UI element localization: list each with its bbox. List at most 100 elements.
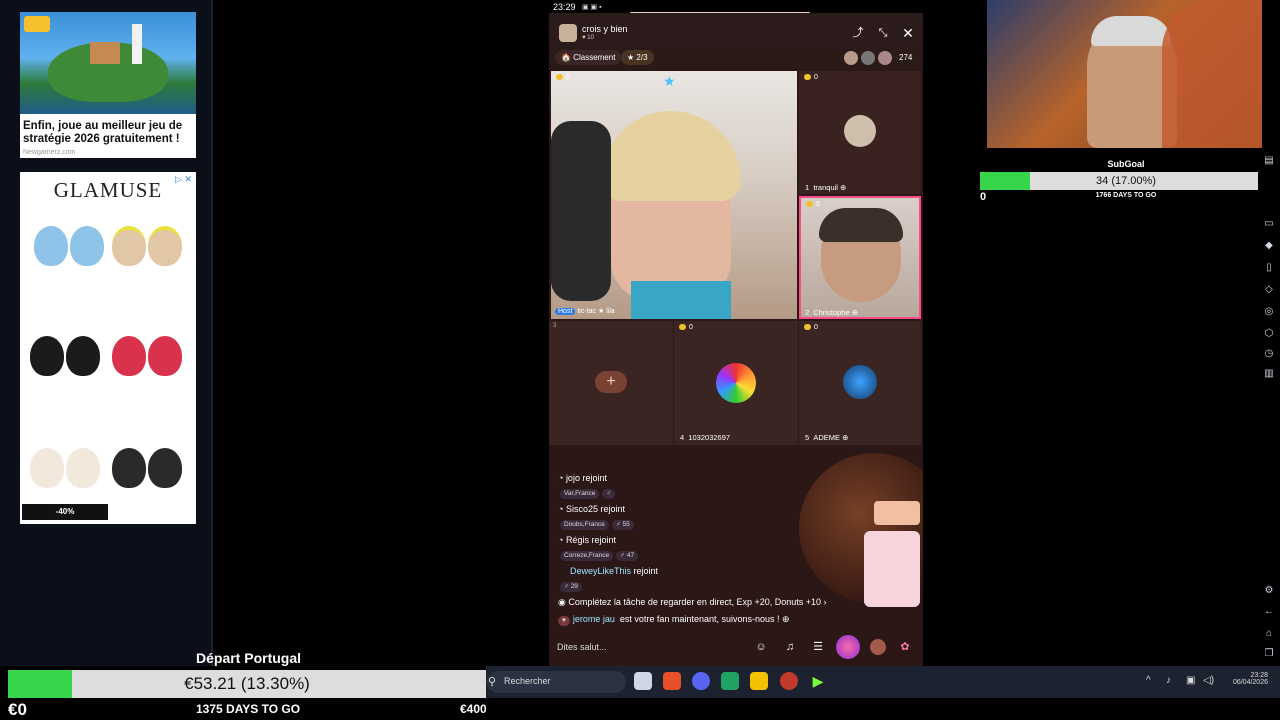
phone-icon[interactable]: ▯ bbox=[1262, 261, 1276, 275]
audio-icon[interactable]: ♫ bbox=[782, 639, 798, 655]
streamer-webcam bbox=[987, 0, 1262, 148]
rank-label: 2/3 bbox=[636, 53, 648, 62]
host-video[interactable]: ★ 0 Host tic-tac ★ lila bbox=[551, 71, 797, 319]
product-image bbox=[112, 322, 182, 382]
mic-icon[interactable]: ♪ bbox=[1166, 675, 1171, 686]
pk-banner[interactable] bbox=[874, 501, 920, 525]
subgoal-days: 1766 DAYS TO GO bbox=[1095, 192, 1157, 199]
discord-icon[interactable] bbox=[692, 672, 710, 690]
seat-4[interactable]: 0 4 1032032697 bbox=[674, 321, 798, 445]
host-hair bbox=[601, 111, 741, 201]
tray-clock[interactable]: 23:28 06/04/2026 bbox=[1226, 672, 1268, 686]
rank-badge[interactable]: ★ 2/3 bbox=[621, 50, 654, 65]
product-image bbox=[30, 322, 100, 382]
obs-icon[interactable] bbox=[780, 672, 798, 690]
stats-icon[interactable]: ▤ bbox=[1262, 154, 1276, 168]
donation-goal-title: Départ Portugal bbox=[196, 650, 302, 666]
tray-chevron-icon[interactable]: ^ bbox=[1146, 675, 1151, 686]
chat-tag-2: Doubs,France ♂ 55 bbox=[560, 518, 637, 530]
search-placeholder: Rechercher bbox=[504, 676, 551, 686]
ad-brand: GLAMUSE bbox=[53, 178, 163, 202]
seat4-label: 4 1032032697 bbox=[680, 433, 731, 442]
effect-icon[interactable] bbox=[870, 639, 886, 655]
live-stream-phone: crois y bien ♥ 10 ⤴ ⤡ ✕ 🏠 Classement ★ 2… bbox=[549, 13, 923, 666]
room-avatar[interactable] bbox=[559, 24, 577, 42]
play-icon[interactable]: ▶ bbox=[809, 672, 827, 690]
clock-time: 23:28 bbox=[1250, 672, 1268, 679]
classement-badge[interactable]: 🏠 Classement bbox=[555, 50, 622, 65]
chat-join-2: ◔ Sisco25 rejoint bbox=[558, 504, 625, 514]
subgoal-title: SubGoal bbox=[1107, 159, 1145, 169]
fan-message: ♥ jerome jau est votre fan maintenant, su… bbox=[558, 614, 790, 626]
seat2-label: 2 Christophe ⊕ bbox=[805, 308, 858, 317]
seat3-num: 3 bbox=[553, 323, 557, 329]
host-label: Host tic-tac ★ lila bbox=[555, 307, 615, 315]
chat-tag-4: ♂ 29 bbox=[560, 580, 585, 592]
chat-input[interactable]: Dites salut... bbox=[557, 637, 737, 657]
seat-1[interactable]: 0 1 tranquil ⊕ bbox=[799, 71, 921, 194]
seat1-label: 1 tranquil ⊕ bbox=[805, 183, 847, 192]
settings-icon[interactable]: ⚙ bbox=[1262, 584, 1276, 598]
shape-icon[interactable]: ◆ bbox=[1262, 239, 1276, 253]
donation-goal-days: 1375 DAYS TO GO bbox=[196, 702, 301, 716]
chat-tag-3: Correze,France ♂ 47 bbox=[560, 549, 641, 561]
seat-5[interactable]: 0 5 ADEME ⊕ bbox=[799, 321, 921, 445]
browser-sidebar: ▤ ▭ ◆ ▯ ◇ ◎ ⬡ ◷ ▥ ⚙ ← ⌂ ❐ bbox=[1258, 148, 1280, 666]
seat4-coins: 0 bbox=[679, 324, 693, 331]
chat-join-4: DeweyLikeThis rejoint bbox=[570, 566, 659, 576]
room-sub: ♥ 10 bbox=[582, 35, 594, 41]
volume-icon[interactable]: ◁) bbox=[1203, 675, 1214, 686]
product-image bbox=[112, 212, 182, 272]
tag-icon[interactable]: ◇ bbox=[1262, 283, 1276, 297]
wallet-icon[interactable]: ▭ bbox=[1262, 217, 1276, 231]
ad-lingerie[interactable]: GLAMUSE ▷ ✕ -40% bbox=[20, 172, 196, 524]
minimize-icon[interactable]: ⤡ bbox=[875, 25, 891, 41]
viewer-avatar[interactable] bbox=[878, 51, 892, 65]
seat5-label: 5 ADEME ⊕ bbox=[805, 433, 849, 442]
cube-icon[interactable]: ⬡ bbox=[1262, 327, 1276, 341]
bulb-icon[interactable]: ◎ bbox=[1262, 305, 1276, 319]
add-seat-icon[interactable]: + bbox=[595, 371, 627, 393]
seat1-avatar bbox=[844, 115, 876, 147]
ad-strategy-game[interactable]: Enfin, joue au meilleur jeu de stratégie… bbox=[20, 12, 196, 158]
event-banner[interactable] bbox=[864, 531, 920, 607]
partner-hair bbox=[1162, 0, 1262, 148]
emoji-icon[interactable]: ☺ bbox=[753, 639, 769, 655]
sheets-icon[interactable] bbox=[721, 672, 739, 690]
app-icon[interactable] bbox=[750, 672, 768, 690]
menu-icon[interactable]: ☰ bbox=[810, 639, 826, 655]
status-icons: ▣ ▣ ▪ bbox=[582, 4, 602, 11]
host-shirt bbox=[631, 281, 731, 319]
seat-2[interactable]: 0 2 Christophe ⊕ bbox=[799, 196, 921, 319]
game-icon[interactable] bbox=[836, 635, 860, 659]
host-coins: 0 bbox=[556, 74, 570, 81]
copy-icon[interactable]: ❐ bbox=[1262, 647, 1276, 661]
donation-goal-text: €53.21 (13.30%) bbox=[184, 674, 310, 693]
product-image bbox=[30, 434, 100, 494]
close-icon[interactable]: ✕ bbox=[900, 25, 916, 41]
history-icon[interactable]: ◷ bbox=[1262, 347, 1276, 361]
task-view-icon[interactable] bbox=[634, 672, 652, 690]
share-icon[interactable]: ⤴ bbox=[850, 25, 866, 41]
back-icon[interactable]: ← bbox=[1262, 605, 1276, 619]
brave-icon[interactable] bbox=[663, 672, 681, 690]
sale-badge: -40% bbox=[22, 504, 108, 520]
adchoices-icon[interactable]: ▷ ✕ bbox=[175, 174, 192, 185]
ad-title: Enfin, joue au meilleur jeu de stratégie… bbox=[23, 120, 183, 145]
seat1-coins: 0 bbox=[804, 74, 818, 81]
network-icon[interactable]: ▣ bbox=[1186, 675, 1195, 686]
task-message[interactable]: ◉ Complétez la tâche de regarder en dire… bbox=[558, 597, 827, 608]
seat5-avatar bbox=[843, 365, 877, 399]
viewer-count[interactable]: 274 bbox=[899, 53, 912, 62]
seat-3-empty[interactable]: 3 + bbox=[549, 321, 673, 445]
chat-join-3: ◔ Régis rejoint bbox=[558, 535, 616, 545]
chat-join-1: ◔ jojo rejoint bbox=[558, 473, 607, 483]
gift-icon[interactable]: ✿ bbox=[897, 639, 913, 655]
panel-icon[interactable]: ▥ bbox=[1262, 367, 1276, 381]
room-sub-count: 10 bbox=[587, 35, 594, 41]
classement-label: Classement bbox=[573, 53, 616, 62]
ad-source: Newgamerz.com bbox=[23, 149, 76, 156]
viewer-avatar[interactable] bbox=[844, 51, 858, 65]
viewer-avatar[interactable] bbox=[861, 51, 875, 65]
home-icon[interactable]: ⌂ bbox=[1262, 627, 1276, 641]
